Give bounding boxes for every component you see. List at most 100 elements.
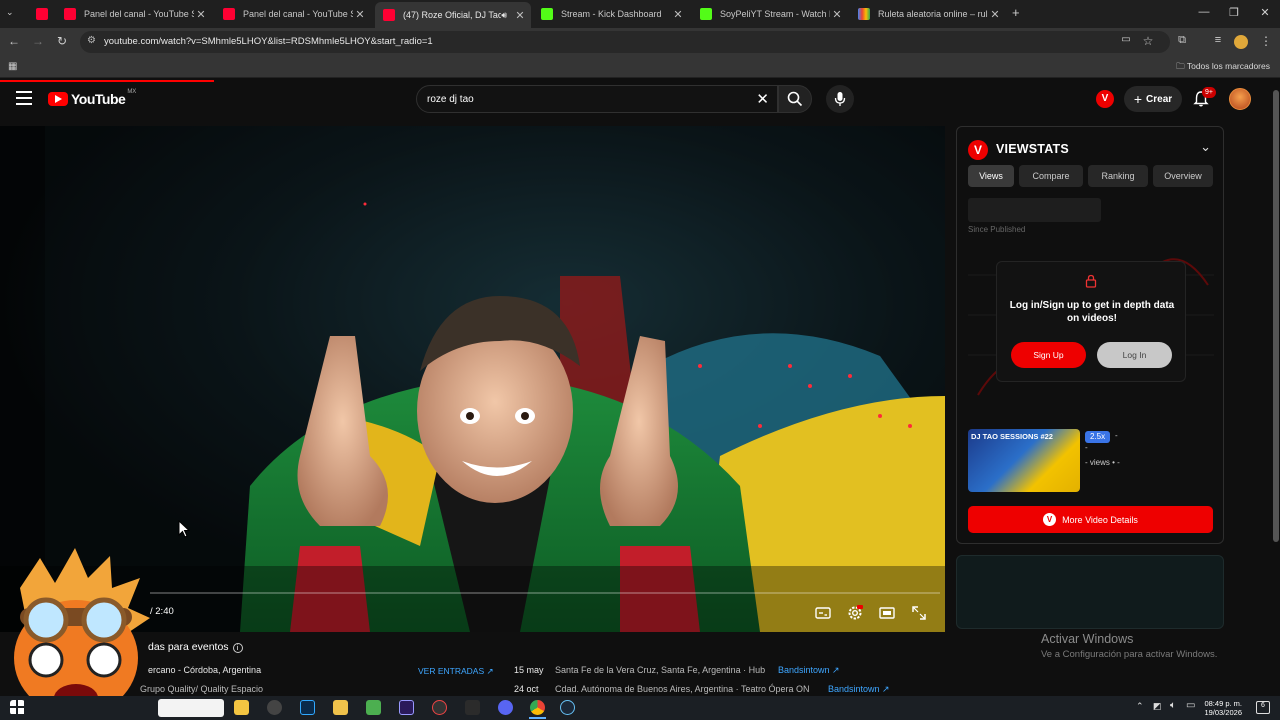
close-tab-icon[interactable]: ✕ xyxy=(988,8,1002,21)
search-button[interactable] xyxy=(778,85,812,113)
extension-panel-placeholder xyxy=(956,555,1224,629)
page-load-progress xyxy=(0,80,214,82)
browser-tab-strip: ⌄ Panel del canal - YouTube Studio ✕ Pan… xyxy=(0,0,1280,28)
clear-search-icon[interactable]: ✕ xyxy=(756,90,769,108)
event-date: 24 oct xyxy=(514,684,539,694)
close-tab-icon[interactable]: ✕ xyxy=(671,8,685,21)
tab-title: Panel del canal - YouTube Studio xyxy=(84,9,194,19)
close-tab-icon[interactable]: ✕ xyxy=(830,8,844,21)
address-bar[interactable]: ⚙ youtube.com/watch?v=SMhmle5LHOY&list=R… xyxy=(80,31,1170,53)
info-icon[interactable]: i xyxy=(232,643,243,653)
theater-mode-icon[interactable] xyxy=(878,604,896,622)
windows-taskbar: ⌃ ◩ 🔈︎ ▭ 08:49 p. m. 19/03/2026 6 xyxy=(0,696,1280,720)
video-thumbnail[interactable]: DJ TAO SESSIONS #22 xyxy=(968,429,1080,492)
viewstats-extension-icon[interactable]: V xyxy=(1096,90,1114,108)
tab-compare[interactable]: Compare xyxy=(1019,165,1083,187)
reload-icon[interactable]: ↻ xyxy=(54,34,70,48)
browser-tab-active[interactable]: (47) Roze Oficial, DJ Tao - T 🔊︎ ✕ xyxy=(375,2,531,28)
browser-tab[interactable] xyxy=(28,4,52,24)
tab-ranking[interactable]: Ranking xyxy=(1088,165,1148,187)
close-window-icon[interactable]: ✕ xyxy=(1255,6,1275,19)
file-explorer-icon[interactable] xyxy=(333,700,348,715)
chrome-menu-icon[interactable]: ⋮ xyxy=(1258,34,1274,48)
site-info-icon[interactable]: ⚙ xyxy=(87,35,96,46)
sign-up-button[interactable]: Sign Up xyxy=(1011,342,1086,368)
tab-overview[interactable]: Overview xyxy=(1153,165,1213,187)
viewstats-logo-icon: V xyxy=(968,140,988,160)
bookmark-star-icon[interactable]: ☆ xyxy=(1140,34,1156,48)
chrome-icon[interactable] xyxy=(530,700,545,715)
bandsintown-link[interactable]: Bandsintown ↗ xyxy=(778,665,840,676)
chevron-down-icon[interactable]: ⌄ xyxy=(1200,139,1211,155)
network-icon[interactable]: ◩ xyxy=(1153,701,1162,712)
tab-title: Stream - Kick Dashboard xyxy=(561,9,662,19)
discord-icon[interactable] xyxy=(498,700,513,715)
event-location: Santa Fe de la Vera Cruz, Santa Fe, Arge… xyxy=(555,665,766,675)
video-meta-line: - xyxy=(1085,443,1088,452)
extensions-icon[interactable]: ⧉ xyxy=(1174,34,1190,47)
taskbar-search-box[interactable] xyxy=(158,699,224,717)
premiere-icon[interactable] xyxy=(399,700,414,715)
audio-playing-icon[interactable]: 🔊︎ xyxy=(501,10,507,21)
create-button[interactable]: + Crear xyxy=(1124,86,1182,112)
buy-tickets-link[interactable]: VER ENTRADAS ↗ xyxy=(418,666,494,677)
microphone-icon xyxy=(834,92,846,106)
restore-window-icon[interactable]: ❐ xyxy=(1224,6,1244,19)
minimize-window-icon[interactable]: — xyxy=(1194,6,1214,18)
seek-bar[interactable] xyxy=(150,592,940,594)
app-icon[interactable] xyxy=(432,700,447,715)
subtitles-icon[interactable] xyxy=(814,604,832,622)
browser-tab[interactable]: Panel del canal - YouTube Studio ✕ xyxy=(56,4,212,24)
tab-views[interactable]: Views xyxy=(968,165,1014,187)
log-in-button[interactable]: Log In xyxy=(1097,342,1172,368)
browser-tab[interactable]: Ruleta aleatoria online – ruleta ✕ xyxy=(850,4,1006,24)
photoshop-icon[interactable] xyxy=(300,700,315,715)
youtube-logo[interactable]: YouTube MX xyxy=(48,89,136,107)
sticky-notes-icon[interactable] xyxy=(234,700,249,715)
menu-icon[interactable] xyxy=(16,91,32,105)
video-views-line: - views • - xyxy=(1085,458,1120,467)
tray-overflow-icon[interactable]: ⌃ xyxy=(1136,701,1144,712)
search-query-text: roze dj tao xyxy=(427,94,474,105)
search-input[interactable]: roze dj tao ✕ xyxy=(416,85,778,113)
taskbar-clock[interactable]: 08:49 p. m. 19/03/2026 xyxy=(1204,699,1242,717)
notification-center-icon[interactable]: 6 xyxy=(1256,701,1270,714)
all-bookmarks-folder[interactable]: 🗀︎ Todos los marcadores xyxy=(1176,61,1270,75)
new-tab-button[interactable]: + xyxy=(1012,5,1020,20)
steam-icon[interactable] xyxy=(560,700,575,715)
forward-icon[interactable]: → xyxy=(30,34,46,48)
browser-tab[interactable]: Stream - Kick Dashboard ✕ xyxy=(533,4,689,24)
outlier-multiplier-badge: 2.5x xyxy=(1085,431,1111,443)
minecraft-icon[interactable] xyxy=(366,700,381,715)
volume-icon[interactable]: 🔈︎ xyxy=(1170,700,1176,711)
scrollbar-thumb[interactable] xyxy=(1273,90,1279,542)
youtube-favicon-icon xyxy=(383,9,395,21)
bandsintown-link[interactable]: Bandsintown ↗ xyxy=(828,684,890,695)
close-tab-icon[interactable]: ✕ xyxy=(513,9,527,22)
battery-icon[interactable]: ▭ xyxy=(1186,700,1195,711)
profile-avatar[interactable] xyxy=(1234,35,1248,49)
app-icon[interactable] xyxy=(465,700,480,715)
close-tab-icon[interactable]: ✕ xyxy=(194,8,208,21)
account-avatar[interactable] xyxy=(1229,88,1251,110)
browser-tab[interactable]: Panel del canal - YouTube Studio ✕ xyxy=(215,4,371,24)
youtube-header: YouTube MX roze dj tao ✕ V + Crear 9+ xyxy=(0,78,1280,122)
tab-search-button[interactable]: ⌄ xyxy=(6,7,14,18)
apps-grid-icon[interactable]: ▦ xyxy=(8,61,17,72)
more-video-details-button[interactable]: V More Video Details xyxy=(968,506,1213,533)
tab-title: Ruleta aleatoria online – ruleta xyxy=(878,9,988,19)
fullscreen-icon[interactable] xyxy=(910,604,928,622)
media-controls-icon[interactable]: ≡ xyxy=(1210,34,1226,46)
settings-gear-icon[interactable] xyxy=(846,604,864,622)
close-tab-icon[interactable]: ✕ xyxy=(353,8,367,21)
youtube-play-logo-icon xyxy=(48,92,68,106)
browser-tab[interactable]: SoyPeliYT Stream - Watch Live ✕ xyxy=(692,4,848,24)
page-scrollbar[interactable] xyxy=(1272,78,1280,698)
kick-favicon-icon xyxy=(700,8,712,20)
cast-icon[interactable]: ▭ xyxy=(1118,34,1134,45)
back-icon[interactable]: ← xyxy=(6,34,22,48)
windows-start-icon[interactable] xyxy=(10,700,25,715)
search-icon xyxy=(787,91,803,107)
voice-search-button[interactable] xyxy=(826,85,854,113)
obs-icon[interactable] xyxy=(267,700,282,715)
